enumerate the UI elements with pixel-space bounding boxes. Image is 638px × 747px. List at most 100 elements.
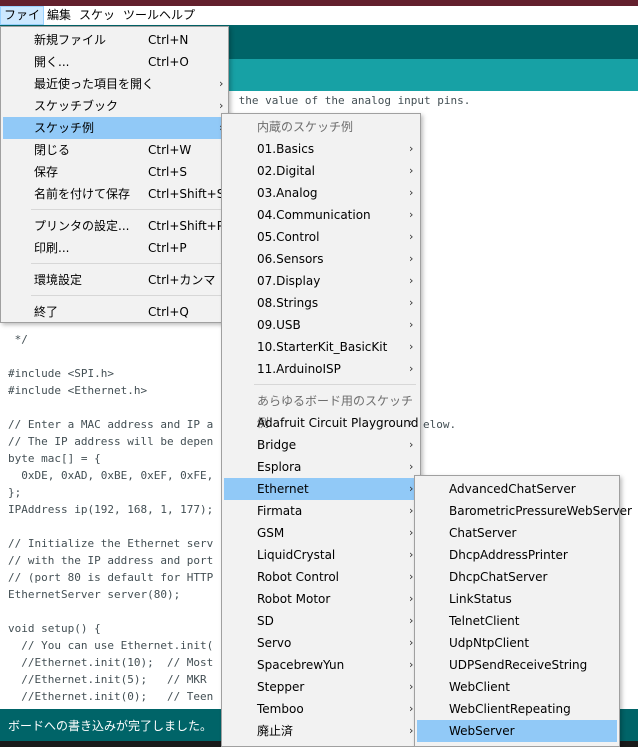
ethernet-item-webclient[interactable]: WebClient: [417, 676, 617, 698]
menu-item-label: TelnetClient: [449, 614, 520, 628]
menu-item-label: 06.Sensors: [257, 252, 324, 266]
examples-item-ethernet[interactable]: Ethernet ›: [224, 478, 418, 500]
menu-item-label: LinkStatus: [449, 592, 512, 606]
menu-item-shortcut: Ctrl+W: [148, 143, 192, 157]
file-menu-item-12[interactable]: 環境設定 Ctrl+カンマ: [3, 269, 226, 291]
chevron-right-icon: ›: [409, 208, 414, 221]
examples-item-05-control[interactable]: 05.Control ›: [224, 226, 418, 248]
ethernet-item-chatserver[interactable]: ChatServer: [417, 522, 617, 544]
menu-item-shortcut: Ctrl+S: [148, 165, 188, 179]
ethernet-item-dhcpchatserver[interactable]: DhcpChatServer: [417, 566, 617, 588]
ethernet-submenu: AdvancedChatServer BarometricPressureWebS…: [414, 475, 632, 747]
menu-item-label: 保存: [34, 165, 59, 179]
ethernet-item-telnetclient[interactable]: TelnetClient: [417, 610, 617, 632]
ethernet-item-barometricpressurewebserver[interactable]: BarometricPressureWebServer: [417, 500, 632, 522]
examples-item-stepper[interactable]: Stepper ›: [224, 676, 418, 698]
examples-submenu: 内蔵のスケッチ例 01.Basics › 02.Digital › 03.Analog › 0…: [221, 113, 421, 747]
examples-item-07-display[interactable]: 07.Display ›: [224, 270, 418, 292]
menu-item-label: Robot Control: [257, 570, 339, 584]
chevron-right-icon: ›: [409, 636, 414, 649]
file-menu-item-4[interactable]: スケッチ例›: [3, 117, 226, 139]
ethernet-item-webserver[interactable]: WebServer: [417, 720, 617, 742]
menu-item-label: BarometricPressureWebServer: [449, 504, 632, 518]
chevron-right-icon: ›: [409, 702, 414, 715]
chevron-right-icon: ›: [409, 592, 414, 605]
menubar-item-0[interactable]: ファイル: [0, 6, 44, 39]
menu-item-label: プリンタの設定...: [34, 219, 130, 233]
menu-item-shortcut: Ctrl+N: [148, 33, 189, 47]
menu-item-shortcut: Ctrl+Shift+P: [148, 219, 224, 233]
chevron-right-icon: ›: [409, 482, 414, 495]
chevron-right-icon: ›: [409, 614, 414, 627]
file-menu: 新規ファイル Ctrl+N 開く... Ctrl+O 最近使った項目を開く › スケッチブッ…: [0, 26, 229, 323]
chevron-right-icon: ›: [409, 362, 414, 375]
examples-item-servo[interactable]: Servo ›: [224, 632, 418, 654]
examples-item-01-basics[interactable]: 01.Basics ›: [224, 138, 418, 160]
menu-item-label: スケッチブック: [34, 99, 119, 113]
menu-item-label: ChatServer: [449, 526, 517, 540]
ethernet-item-udpntpclient[interactable]: UdpNtpClient: [417, 632, 617, 654]
chevron-right-icon: ›: [219, 77, 224, 90]
menubar-item-2[interactable]: スケッチ: [76, 6, 126, 41]
menu-item-label: Robot Motor: [257, 592, 331, 606]
menu-item-label: Esplora: [257, 460, 302, 474]
menu-item-label: 05.Control: [257, 230, 320, 244]
menu-item-shortcut: Ctrl+Q: [148, 305, 189, 319]
examples-item-10-starterkit-basickit[interactable]: 10.StarterKit_BasicKit ›: [224, 336, 418, 358]
examples-item-item[interactable]: 廃止済 ›: [224, 720, 418, 742]
menu-item-label: 環境設定: [34, 273, 83, 287]
examples-item-02-digital[interactable]: 02.Digital ›: [224, 160, 418, 182]
status-message: ボードへの書き込みが完了しました。: [8, 719, 213, 733]
examples-item-adafruit-circuit-playground[interactable]: Adafruit Circuit Playground ›: [224, 412, 419, 434]
examples-section-header: あらゆるボード用のスケッチ例: [257, 394, 414, 430]
examples-item-04-communication[interactable]: 04.Communication ›: [224, 204, 418, 226]
examples-item-liquidcrystal[interactable]: LiquidCrystal ›: [224, 544, 418, 566]
menu-item-label: UDPSendReceiveString: [449, 658, 588, 672]
examples-item-temboo[interactable]: Temboo ›: [224, 698, 418, 720]
menu-item-label: 印刷...: [34, 241, 70, 255]
examples-item-08-strings[interactable]: 08.Strings ›: [224, 292, 418, 314]
chevron-right-icon: ›: [409, 186, 414, 199]
ethernet-item-linkstatus[interactable]: LinkStatus: [417, 588, 617, 610]
examples-item-robot-control[interactable]: Robot Control ›: [224, 566, 418, 588]
examples-item-09-usb[interactable]: 09.USB ›: [224, 314, 418, 336]
ethernet-item-advancedchatserver[interactable]: AdvancedChatServer: [417, 478, 617, 500]
examples-item-sd[interactable]: SD ›: [224, 610, 418, 632]
file-menu-item-14[interactable]: 終了 Ctrl+Q: [3, 301, 226, 323]
examples-item-gsm[interactable]: GSM ›: [224, 522, 418, 544]
menubar-item-4[interactable]: ヘルプ: [156, 6, 198, 25]
menu-item-label: Adafruit Circuit Playground: [257, 416, 419, 430]
examples-item-esplora[interactable]: Esplora ›: [224, 456, 418, 478]
examples-item-bridge[interactable]: Bridge ›: [224, 434, 418, 456]
chevron-right-icon: ›: [409, 724, 414, 737]
file-menu-item-10[interactable]: 印刷... Ctrl+P: [3, 237, 226, 259]
menu-item-label: 新規ファイル: [34, 33, 107, 47]
menu-item-label: 08.Strings: [257, 296, 319, 310]
file-menu-item-3[interactable]: スケッチブック ›: [3, 95, 226, 117]
file-menu-item-7[interactable]: 名前を付けて保存 Ctrl+Shift+S: [3, 183, 226, 205]
examples-item-03-analog[interactable]: 03.Analog ›: [224, 182, 418, 204]
examples-section-header: 内蔵のスケッチ例: [257, 120, 354, 134]
examples-item-spacebrewyun[interactable]: SpacebrewYun ›: [224, 654, 418, 676]
chevron-right-icon: ›: [409, 460, 414, 473]
ethernet-item-udpsendreceivestring[interactable]: UDPSendReceiveString: [417, 654, 617, 676]
file-menu-item-6[interactable]: 保存 Ctrl+S: [3, 161, 226, 183]
file-menu-item-9[interactable]: プリンタの設定... Ctrl+Shift+P: [3, 215, 226, 237]
menu-item-label: AdvancedChatServer: [449, 482, 576, 496]
menu-item-shortcut: Ctrl+カンマ: [148, 273, 216, 287]
ethernet-item-dhcpaddressprinter[interactable]: DhcpAddressPrinter: [417, 544, 617, 566]
chevron-right-icon: ›: [409, 274, 414, 287]
examples-item-robot-motor[interactable]: Robot Motor ›: [224, 588, 418, 610]
file-menu-item-1[interactable]: 開く... Ctrl+O: [3, 51, 226, 73]
examples-item-06-sensors[interactable]: 06.Sensors ›: [224, 248, 418, 270]
menu-item-label: SD: [257, 614, 274, 628]
file-menu-item-0[interactable]: 新規ファイル Ctrl+N: [3, 29, 226, 51]
examples-item-firmata[interactable]: Firmata ›: [224, 500, 418, 522]
ethernet-item-webclientrepeating[interactable]: WebClientRepeating: [417, 698, 617, 720]
menu-item-shortcut: Ctrl+O: [148, 55, 189, 69]
menu-item-label: 11.ArduinoISP: [257, 362, 341, 376]
file-menu-item-2[interactable]: 最近使った項目を開く ›: [3, 73, 226, 95]
menu-item-shortcut: Ctrl+Shift+S: [148, 187, 225, 201]
file-menu-item-5[interactable]: 閉じる Ctrl+W: [3, 139, 226, 161]
examples-item-11-arduinoisp[interactable]: 11.ArduinoISP ›: [224, 358, 418, 380]
